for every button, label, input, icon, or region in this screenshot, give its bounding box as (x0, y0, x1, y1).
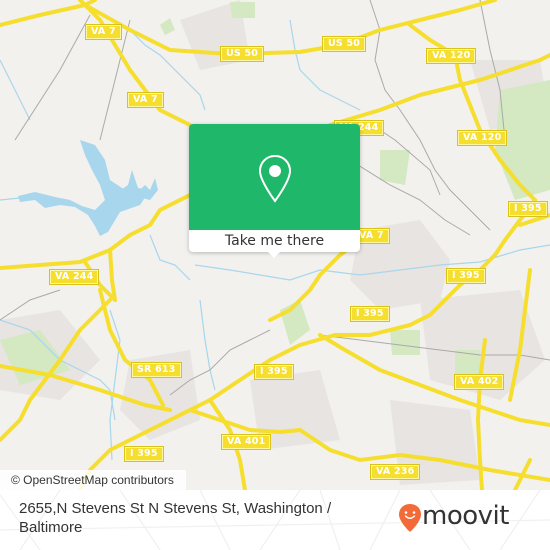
road-label-i395-left: I 395 (254, 364, 294, 380)
popup-pointer (267, 251, 281, 258)
road-label-sr613: SR 613 (131, 362, 182, 378)
road-label-i395-center: I 395 (350, 306, 390, 322)
water (18, 140, 158, 236)
road-label-i395-mid: I 395 (446, 268, 486, 284)
road-label-us50-right: US 50 (321, 36, 367, 52)
footer: 2655,N Stevens St N Stevens St, Washingt… (0, 490, 550, 550)
road-label-va402: VA 402 (453, 374, 505, 390)
road-label-i395-bottom: I 395 (124, 446, 164, 462)
road-label-va7-mid: VA 7 (127, 92, 164, 108)
road-label-va7-top: VA 7 (85, 24, 122, 40)
take-me-there-button[interactable]: Take me there (189, 230, 360, 252)
road-label-va120-right: VA 120 (456, 130, 508, 146)
road-label-va244-left: VA 244 (48, 269, 100, 285)
address-text: 2655,N Stevens St N Stevens St, Washingt… (19, 500, 332, 536)
road-label-i395-right: I 395 (508, 201, 548, 217)
moovit-wordmark: moovit (422, 501, 509, 531)
road-label-us50-left: US 50 (219, 46, 265, 62)
moovit-pin-icon (399, 504, 421, 532)
moovit-logo[interactable]: moovit (398, 501, 538, 537)
road-label-va401: VA 401 (220, 434, 272, 450)
map[interactable]: VA 7 US 50 US 50 VA 120 VA 7 VA 244 VA 1… (0, 0, 550, 490)
destination-popup: Take me there (189, 124, 360, 258)
map-attribution[interactable]: © OpenStreetMap contributors (0, 470, 186, 490)
road-label-va236: VA 236 (369, 464, 421, 480)
road-label-va120-top: VA 120 (425, 48, 477, 64)
popup-header (189, 124, 360, 230)
location-pin-icon (258, 154, 292, 203)
